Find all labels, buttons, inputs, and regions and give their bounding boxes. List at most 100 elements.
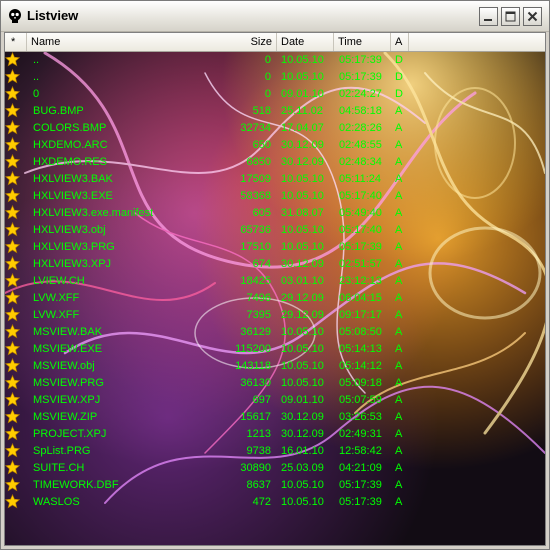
title-bar[interactable]: Listview [1,1,549,32]
list-item[interactable]: MSVIEW.XPJ 697 09.01.10 05:07:59 A [5,391,545,409]
file-name: COLORS.BMP [33,122,107,134]
file-date: 10.05.10 [281,343,324,355]
list-item[interactable]: SUITE.CH 30890 25.03.09 04:21:09 A [5,459,545,477]
list-item[interactable]: HXDEMO.ARC 650 30.12.09 02:48:55 A [5,136,545,154]
minimize-icon [484,19,492,21]
file-attr: A [395,156,403,168]
file-date: 10.05.10 [281,190,324,202]
file-attr: A [395,360,403,372]
list-item[interactable]: LVW.XFF 7496 29.12.09 06:04:15 A [5,289,545,307]
file-time: 05:14:13 [339,343,382,355]
list-item[interactable]: LVIEW.CH 18425 03.01.10 23:12:13 A [5,272,545,290]
column-header-size[interactable]: Size [177,33,277,51]
list-item[interactable]: MSVIEW.obj 143118 10.05.10 05:14:12 A [5,357,545,375]
star-icon [5,170,21,186]
file-size: 697 [252,394,271,406]
list-item[interactable]: MSVIEW.EXE 115200 10.05.10 05:14:13 A [5,340,545,358]
file-time: 05:17:39 [339,54,382,66]
file-name: MSVIEW.EXE [33,343,103,355]
list-item[interactable]: TIMEWORK.DBF 8637 10.05.10 05:17:39 A [5,476,545,494]
file-size: 15617 [240,411,271,423]
file-size: 32734 [240,122,271,134]
file-date: 25.03.09 [281,462,324,474]
star-icon [5,476,21,492]
file-attr: A [395,445,403,457]
file-size: 36129 [240,326,271,338]
file-attr: A [395,411,403,423]
file-attr: A [395,428,403,440]
file-time: 03:26:53 [339,411,382,423]
file-size: 17510 [240,241,271,253]
file-size: 115200 [235,343,271,355]
file-name: SpList.PRG [33,445,91,457]
list-item[interactable]: BUG.BMP 518 25.11.02 04:58:18 A [5,102,545,120]
file-name: TIMEWORK.DBF [33,479,119,491]
file-date: 16.01.10 [281,445,324,457]
star-icon [5,459,21,475]
list-item[interactable]: HXDEMO.RES 6850 30.12.09 02:48:34 A [5,153,545,171]
star-icon [5,255,21,271]
file-name: HXDEMO.ARC [33,139,108,151]
file-time: 05:17:39 [339,241,382,253]
file-size: 65736 [240,224,271,236]
star-icon [5,306,21,322]
list-item[interactable]: .. 0 10.05.10 05:17:39 D [5,68,545,86]
column-header-attr[interactable]: A [391,33,409,51]
file-time: 12:58:42 [339,445,382,457]
file-attr: D [395,54,403,66]
file-size: 0 [264,54,271,66]
list-item[interactable]: SpList.PRG 9738 16.01.10 12:58:42 A [5,442,545,460]
list-item[interactable]: .. 0 10.05.10 05:17:39 D [5,51,545,69]
maximize-button[interactable] [501,7,520,26]
file-date: 30.12.09 [281,258,324,270]
list-item[interactable]: MSVIEW.BAK 36129 10.05.10 05:08:50 A [5,323,545,341]
star-icon [5,442,21,458]
list-item[interactable]: HXLVIEW3.exe.manifest 605 31.08.07 05:49:40… [5,204,545,222]
list-item[interactable]: HXLVIEW3.BAK 17509 10.05.10 05:11:24 A [5,170,545,188]
file-name: WASLOS [33,496,80,508]
file-date: 10.05.10 [281,377,324,389]
file-date: 30.12.09 [281,428,324,440]
list-item[interactable]: HXLVIEW3.obj 65736 10.05.10 05:17:40 A [5,221,545,239]
column-header-time[interactable]: Time [334,33,391,51]
list-item[interactable]: HXLVIEW3.XPJ 674 30.12.09 02:51:57 A [5,255,545,273]
star-icon [5,272,21,288]
list-item[interactable]: PROJECT.XPJ 1213 30.12.09 02:49:31 A [5,425,545,443]
file-attr: A [395,394,403,406]
file-attr: A [395,190,403,202]
list-item[interactable]: 0 0 09.01.10 02:24:27 D [5,85,545,103]
file-name: MSVIEW.PRG [33,377,104,389]
file-time: 05:14:12 [339,360,382,372]
file-name: MSVIEW.ZIP [33,411,98,423]
list-item[interactable]: HXLVIEW3.EXE 58368 10.05.10 05:17:40 A [5,187,545,205]
file-size: 18425 [240,275,271,287]
file-time: 02:24:27 [339,88,382,100]
column-header-date[interactable]: Date [277,33,334,51]
star-icon [5,425,21,441]
file-date: 10.05.10 [281,71,324,83]
minimize-button[interactable] [479,7,498,26]
star-icon [5,391,21,407]
star-icon [5,68,21,84]
file-time: 05:07:59 [339,394,382,406]
listview-window: Listview * Name Size Date Time A .. 0 10… [0,0,550,550]
file-attr: A [395,173,403,185]
file-date: 09.01.10 [281,88,324,100]
list-item[interactable]: LVW.XFF 7395 29.12.09 09:17:17 A [5,306,545,324]
file-date: 25.11.02 [281,105,324,117]
listview[interactable]: * Name Size Date Time A .. 0 10.05.10 05:17… [4,32,546,546]
list-item[interactable]: HXLVIEW3.PRG 17510 10.05.10 05:17:39 A [5,238,545,256]
list-item[interactable]: MSVIEW.ZIP 15617 30.12.09 03:26:53 A [5,408,545,426]
list-item[interactable]: MSVIEW.PRG 36130 10.05.10 05:09:18 A [5,374,545,392]
file-size: 17509 [240,173,271,185]
file-date: 30.12.09 [281,156,324,168]
file-name: 0 [33,88,40,100]
list-item[interactable]: COLORS.BMP 32734 17.04.07 02:28:26 A [5,119,545,137]
file-date: 10.05.10 [281,224,324,236]
list-item[interactable]: WASLOS 472 10.05.10 05:17:39 A [5,493,545,511]
column-header-star[interactable]: * [5,33,27,51]
file-time: 05:17:40 [339,224,382,236]
star-icon [5,323,21,339]
close-button[interactable] [523,7,542,26]
window-title: Listview [27,8,79,23]
